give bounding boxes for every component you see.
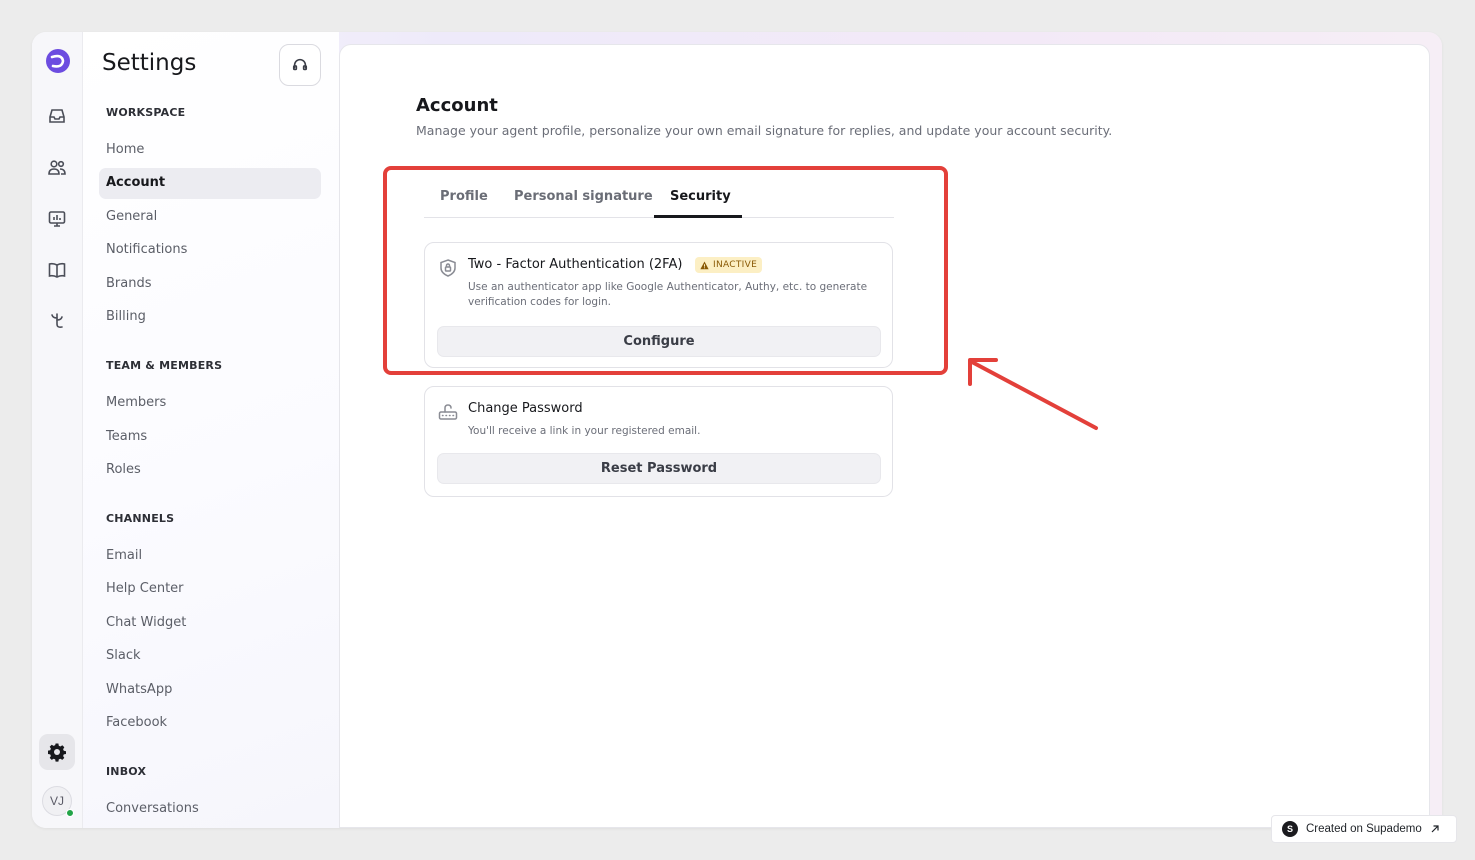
sidebar-item-whatsapp[interactable]: WhatsApp <box>106 682 172 697</box>
supademo-badge[interactable]: S Created on Supademo <box>1271 815 1457 843</box>
external-link-icon <box>1431 825 1439 833</box>
sidebar-item-notifications[interactable]: Notifications <box>106 242 187 257</box>
main-panel: Account Manage your agent profile, perso… <box>339 44 1430 828</box>
avatar-initials: VJ <box>49 794 64 808</box>
highlight-box <box>383 166 948 375</box>
sidebar-item-home[interactable]: Home <box>106 142 144 157</box>
account-heading: Account <box>416 95 498 116</box>
support-headset-button[interactable] <box>279 44 321 86</box>
knowledge-book-icon[interactable] <box>45 258 69 282</box>
sidebar-item-roles[interactable]: Roles <box>106 462 141 477</box>
account-description: Manage your agent profile, personalize y… <box>416 123 1113 138</box>
users-icon[interactable] <box>45 156 69 180</box>
supademo-label: Created on Supademo <box>1306 823 1422 835</box>
section-heading-channels: CHANNELS <box>106 512 175 525</box>
annotation-arrow-icon <box>968 358 1098 430</box>
section-heading-workspace: WORKSPACE <box>106 106 186 119</box>
icon-rail: VJ <box>32 32 83 828</box>
sidebar-item-facebook[interactable]: Facebook <box>106 715 167 730</box>
sidebar-item-teams[interactable]: Teams <box>106 429 147 444</box>
section-heading-inbox: INBOX <box>106 765 147 778</box>
sidebar-item-email[interactable]: Email <box>106 548 142 563</box>
password-key-icon <box>437 401 459 423</box>
section-heading-team-members: TEAM & MEMBERS <box>106 359 223 372</box>
sidebar-item-conversations[interactable]: Conversations <box>106 801 199 816</box>
supademo-logo-icon: S <box>1282 821 1298 837</box>
user-avatar[interactable]: VJ <box>42 786 74 817</box>
settings-gear-icon[interactable] <box>39 734 75 770</box>
sidebar-item-slack[interactable]: Slack <box>106 648 141 663</box>
reports-icon[interactable] <box>45 207 69 231</box>
online-status-dot <box>66 809 74 817</box>
sidebar-item-account[interactable]: Account <box>99 168 321 199</box>
app-window: VJ Settings WORKSPACE Home Account Gener… <box>32 32 1442 828</box>
sidebar-item-general[interactable]: General <box>106 209 157 224</box>
sidebar-item-help-center[interactable]: Help Center <box>106 581 184 596</box>
inbox-icon[interactable] <box>45 104 69 128</box>
sidebar-item-members[interactable]: Members <box>106 395 166 410</box>
sidebar-item-chat-widget[interactable]: Chat Widget <box>106 615 186 630</box>
settings-sidebar: Settings WORKSPACE Home Account General … <box>83 32 339 828</box>
sidebar-item-brands[interactable]: Brands <box>106 276 152 291</box>
automation-icon[interactable] <box>45 309 69 333</box>
change-password-title: Change Password <box>468 401 583 416</box>
change-password-description: You'll receive a link in your registered… <box>468 425 701 437</box>
brand-logo-icon[interactable] <box>44 47 72 75</box>
page-title: Settings <box>102 50 197 76</box>
sidebar-item-billing[interactable]: Billing <box>106 309 146 324</box>
reset-password-button[interactable]: Reset Password <box>437 453 881 484</box>
headset-icon <box>292 58 308 71</box>
change-password-card: Change Password You'll receive a link in… <box>424 386 893 497</box>
